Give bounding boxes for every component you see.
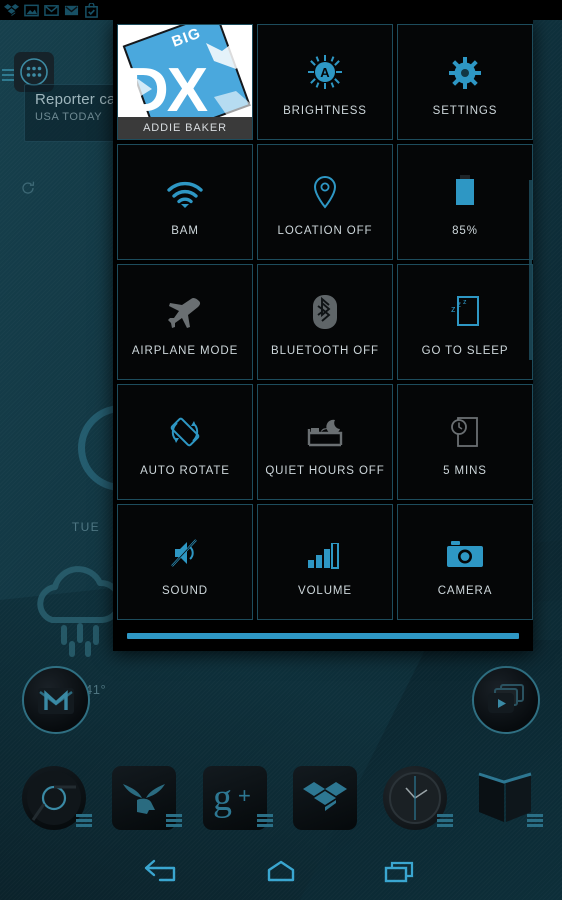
tile-label: BLUETOOTH OFF xyxy=(271,345,379,357)
tile-wifi[interactable]: BAM xyxy=(117,144,253,260)
panel-scrollbar[interactable] xyxy=(529,180,532,360)
wifi-icon xyxy=(166,167,204,209)
user-name: ADDIE BAKER xyxy=(143,122,227,134)
shopping-bag-icon xyxy=(85,2,98,18)
tile-brightness[interactable]: A BRIGHTNESS xyxy=(257,24,393,140)
image-icon xyxy=(24,4,39,16)
play-media-widget[interactable] xyxy=(472,666,540,734)
tile-label: AUTO ROTATE xyxy=(140,465,230,477)
tile-label: 5 MINS xyxy=(443,465,487,477)
badge-lines-icon xyxy=(166,814,182,827)
bed-moon-icon xyxy=(307,407,343,449)
analog-clock-icon xyxy=(383,766,453,830)
camera-icon xyxy=(447,527,483,569)
tile-label: GO TO SLEEP xyxy=(421,345,509,357)
svg-text:z: z xyxy=(457,300,461,309)
tile-camera[interactable]: CAMERA xyxy=(397,504,533,620)
tile-sound[interactable]: SOUND xyxy=(117,504,253,620)
tile-airplane-mode[interactable]: AIRPLANE MODE xyxy=(117,264,253,380)
tile-label: AIRPLANE MODE xyxy=(131,345,239,357)
tile-go-to-sleep[interactable]: z z z GO TO SLEEP xyxy=(397,264,533,380)
back-arrow-icon xyxy=(144,859,176,882)
bluetooth-icon xyxy=(312,287,338,329)
auto-brightness-icon: A xyxy=(308,47,342,89)
location-pin-icon xyxy=(312,167,338,209)
user-name-bar: ADDIE BAKER xyxy=(118,117,252,139)
tile-label: CAMERA xyxy=(437,585,493,597)
auto-rotate-icon xyxy=(168,407,202,449)
dock-item-play-books[interactable] xyxy=(473,766,543,830)
dock-item-angry-birds[interactable] xyxy=(112,766,182,830)
dock: g + xyxy=(0,762,562,838)
recents-icon xyxy=(384,861,414,883)
dropbox-icon xyxy=(293,766,357,830)
battery-icon xyxy=(454,167,476,209)
badge-lines-icon xyxy=(527,814,543,827)
play-media-icon xyxy=(488,684,524,713)
tile-bluetooth[interactable]: BLUETOOTH OFF xyxy=(257,264,393,380)
svg-text:g: g xyxy=(213,777,232,819)
google-plus-icon: g + xyxy=(203,766,273,830)
tile-label: LOCATION OFF xyxy=(277,225,373,237)
tile-auto-rotate[interactable]: AUTO ROTATE xyxy=(117,384,253,500)
svg-text:A: A xyxy=(320,65,330,80)
tile-label: VOLUME xyxy=(298,585,352,597)
open-book-icon xyxy=(473,766,543,830)
user-profile-tile[interactable]: BIG DX ADDIE BAKER xyxy=(117,24,253,140)
tile-settings[interactable]: SETTINGS xyxy=(397,24,533,140)
refresh-icon[interactable] xyxy=(20,180,36,196)
svg-text:z: z xyxy=(451,304,456,314)
drag-handle[interactable] xyxy=(127,632,519,639)
dock-item-dropbox[interactable] xyxy=(293,766,357,830)
recents-button[interactable] xyxy=(370,852,430,892)
angry-face-icon xyxy=(112,766,182,830)
back-button[interactable] xyxy=(130,852,190,892)
tile-label: SETTINGS xyxy=(432,105,498,117)
mail-icon xyxy=(44,4,59,16)
dropbox-icon xyxy=(4,3,19,16)
tile-location[interactable]: LOCATION OFF xyxy=(257,144,393,260)
quick-settings-grid: BIG DX ADDIE BAKER A BRIGHTNESS SETTINGS… xyxy=(113,20,533,624)
weather-day: TUE xyxy=(71,520,101,534)
badge-lines-icon xyxy=(437,814,453,827)
dock-item-chrome[interactable] xyxy=(22,766,92,830)
navigation-bar xyxy=(0,846,562,900)
apps-grid-icon xyxy=(20,58,48,86)
screen-timeout-icon xyxy=(450,407,480,449)
dock-item-clock[interactable] xyxy=(383,766,453,830)
svg-text:+: + xyxy=(238,783,251,808)
tile-label: SOUND xyxy=(161,585,209,597)
tile-label: BAM xyxy=(171,225,199,237)
mail-icon xyxy=(64,5,79,15)
dock-item-google-plus[interactable]: g + xyxy=(203,766,273,830)
sound-mute-icon xyxy=(169,527,201,569)
tile-battery[interactable]: 85% xyxy=(397,144,533,260)
svg-text:z: z xyxy=(463,299,467,306)
chrome-icon xyxy=(22,766,92,830)
home-button[interactable] xyxy=(251,852,311,892)
tile-label: 85% xyxy=(452,225,478,237)
gmail-icon xyxy=(38,688,74,714)
tile-screen-timeout[interactable]: 5 MINS xyxy=(397,384,533,500)
badge-lines-icon xyxy=(76,814,92,827)
tile-volume[interactable]: VOLUME xyxy=(257,504,393,620)
home-icon xyxy=(267,860,295,882)
gear-icon xyxy=(449,47,481,89)
tile-quiet-hours[interactable]: QUIET HOURS OFF xyxy=(257,384,393,500)
gmail-widget[interactable] xyxy=(22,666,90,734)
panel-handle-area[interactable] xyxy=(113,620,533,651)
quick-settings-panel: BIG DX ADDIE BAKER A BRIGHTNESS SETTINGS… xyxy=(113,20,533,651)
sleep-icon: z z z xyxy=(450,287,480,329)
tile-label: QUIET HOURS OFF xyxy=(265,465,385,477)
airplane-icon xyxy=(168,287,202,329)
status-bar xyxy=(0,0,562,20)
badge-lines-icon xyxy=(257,814,273,827)
tile-label: BRIGHTNESS xyxy=(283,105,367,117)
volume-bars-icon xyxy=(308,527,342,569)
user-avatar: BIG DX xyxy=(118,25,252,117)
